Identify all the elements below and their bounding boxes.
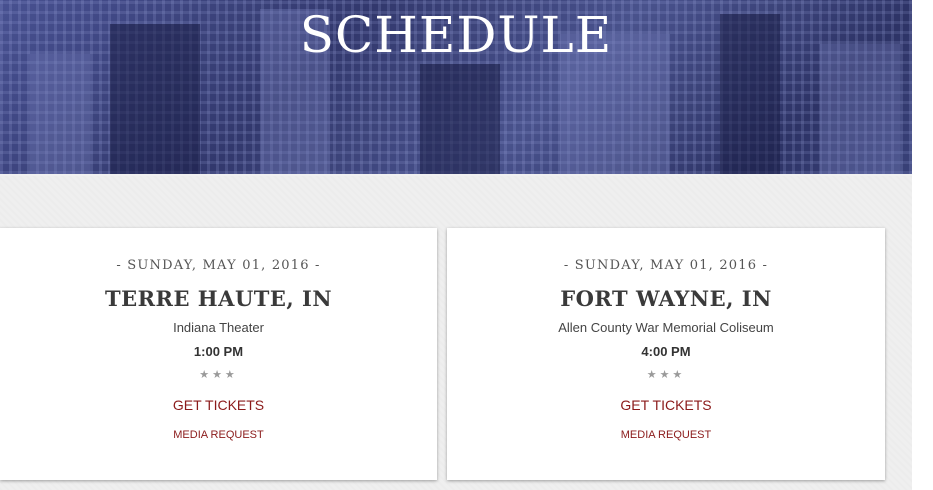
skyline-building [420, 64, 500, 174]
page-title: SCHEDULE [299, 6, 613, 64]
event-venue: Indiana Theater [173, 320, 264, 335]
event-card: - SUNDAY, MAY 01, 2016 - TERRE HAUTE, IN… [0, 228, 437, 480]
media-request-link[interactable]: MEDIA REQUEST [447, 429, 885, 441]
event-venue: Allen County War Memorial Coliseum [558, 320, 774, 335]
event-time: 1:00 PM [193, 344, 244, 359]
event-card: - SUNDAY, MAY 01, 2016 - FORT WAYNE, IN … [447, 228, 885, 480]
media-request-link[interactable]: MEDIA REQUEST [0, 429, 437, 441]
event-city: FORT WAYNE, IN [560, 286, 772, 311]
event-date: - SUNDAY, MAY 01, 2016 - [563, 258, 769, 273]
get-tickets-link[interactable]: GET TICKETS [0, 397, 437, 413]
star-divider-icon: ★★★ [199, 369, 238, 381]
event-time: 4:00 PM [641, 344, 691, 359]
get-tickets-link[interactable]: GET TICKETS [447, 397, 885, 413]
schedule-hero-banner: SCHEDULE [0, 0, 912, 174]
event-city: TERRE HAUTE, IN [104, 286, 333, 311]
star-divider-icon: ★★★ [646, 369, 686, 381]
skyline-building [30, 54, 90, 174]
page-right-margin [912, 0, 933, 490]
event-date: - SUNDAY, MAY 01, 2016 - [116, 258, 321, 273]
